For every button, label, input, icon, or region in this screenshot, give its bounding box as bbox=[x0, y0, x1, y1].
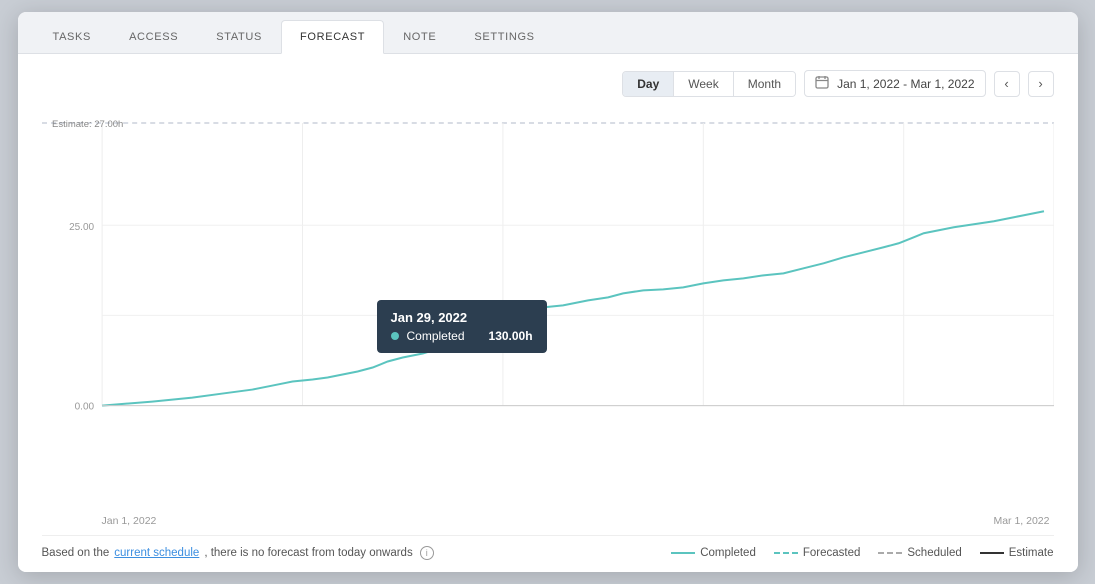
tab-tasks[interactable]: TASKS bbox=[34, 20, 111, 53]
footer-prefix: Based on the bbox=[42, 547, 110, 559]
date-range-label: Jan 1, 2022 - Mar 1, 2022 bbox=[837, 77, 974, 91]
next-arrow[interactable]: › bbox=[1028, 71, 1054, 97]
svg-text:0.00: 0.00 bbox=[74, 402, 94, 413]
legend-forecasted: Forecasted bbox=[774, 547, 861, 559]
period-month-btn[interactable]: Month bbox=[734, 72, 795, 96]
chart-area: 25.00 0.00 Estimate: 27.00h Jan 1, 2022 … bbox=[42, 105, 1054, 531]
legend-estimate-label: Estimate bbox=[1009, 547, 1054, 559]
legend-scheduled-line bbox=[878, 552, 902, 554]
completed-line bbox=[102, 211, 1044, 405]
main-content: Day Week Month Jan 1, 2022 - Mar 1, 2022… bbox=[18, 54, 1078, 572]
svg-text:25.00: 25.00 bbox=[69, 222, 94, 233]
tooltip-dot bbox=[492, 312, 502, 322]
tab-access[interactable]: ACCESS bbox=[110, 20, 197, 53]
tab-forecast[interactable]: FORECAST bbox=[281, 20, 384, 54]
calendar-icon bbox=[815, 75, 829, 92]
legend-forecasted-label: Forecasted bbox=[803, 547, 861, 559]
footer-left: Based on the current schedule , there is… bbox=[42, 546, 434, 560]
tab-settings[interactable]: SETTINGS bbox=[455, 20, 553, 53]
legend-completed: Completed bbox=[671, 547, 756, 559]
info-icon[interactable]: i bbox=[420, 546, 434, 560]
legend-estimate: Estimate bbox=[980, 547, 1054, 559]
chart-svg: 25.00 0.00 Estimate: 27.00h bbox=[42, 105, 1054, 446]
footer-suffix: , there is no forecast from today onward… bbox=[204, 547, 412, 559]
tab-note[interactable]: NOTE bbox=[384, 20, 455, 53]
chart-footer: Based on the current schedule , there is… bbox=[42, 535, 1054, 572]
date-range-control: Jan 1, 2022 - Mar 1, 2022 bbox=[804, 70, 985, 97]
legend-completed-line bbox=[671, 552, 695, 554]
current-schedule-link[interactable]: current schedule bbox=[114, 547, 199, 559]
legend-completed-label: Completed bbox=[700, 547, 756, 559]
chart-controls: Day Week Month Jan 1, 2022 - Mar 1, 2022… bbox=[42, 70, 1054, 97]
tabs-bar: TASKS ACCESS STATUS FORECAST NOTE SETTIN… bbox=[18, 12, 1078, 54]
x-label-start: Jan 1, 2022 bbox=[102, 515, 157, 527]
legend: Completed Forecasted Scheduled Estimate bbox=[671, 547, 1053, 559]
legend-estimate-line bbox=[980, 552, 1004, 554]
main-window: TASKS ACCESS STATUS FORECAST NOTE SETTIN… bbox=[18, 12, 1078, 572]
legend-forecasted-line bbox=[774, 552, 798, 554]
prev-arrow[interactable]: ‹ bbox=[994, 71, 1020, 97]
tab-status[interactable]: STATUS bbox=[197, 20, 281, 53]
period-day-btn[interactable]: Day bbox=[623, 72, 674, 96]
x-label-end: Mar 1, 2022 bbox=[993, 515, 1049, 527]
period-btn-group: Day Week Month bbox=[622, 71, 796, 97]
period-week-btn[interactable]: Week bbox=[674, 72, 733, 96]
legend-scheduled-label: Scheduled bbox=[907, 547, 961, 559]
legend-scheduled: Scheduled bbox=[878, 547, 961, 559]
svg-text:Estimate: 27.00h: Estimate: 27.00h bbox=[52, 119, 123, 130]
